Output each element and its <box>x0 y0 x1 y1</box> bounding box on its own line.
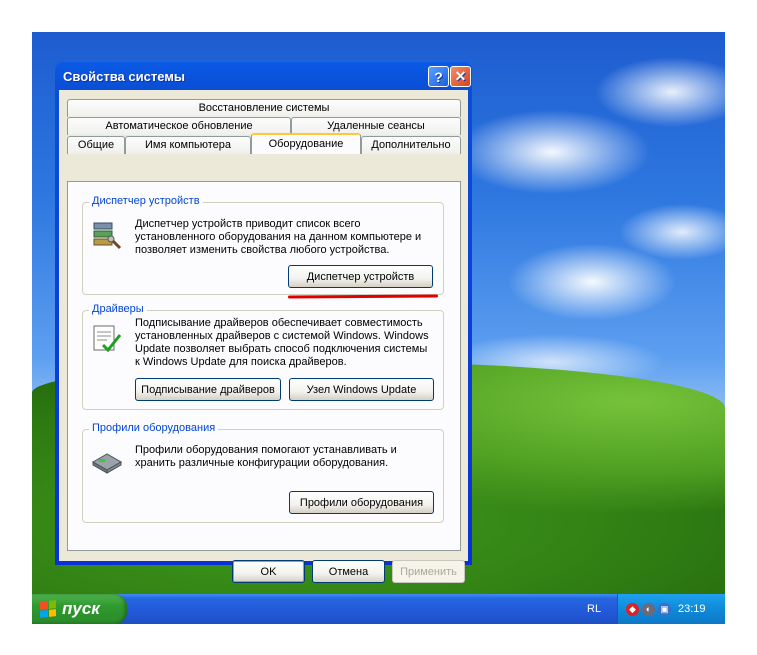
system-properties-window: Свойства системы ? ✕ Восстановление сист… <box>55 62 472 583</box>
close-button[interactable]: ✕ <box>450 66 471 87</box>
tab-hardware[interactable]: Оборудование <box>251 133 361 154</box>
title-bar[interactable]: Свойства системы ? ✕ <box>59 62 471 90</box>
device-manager-icon <box>93 222 122 250</box>
drivers-legend: Драйверы <box>89 303 147 315</box>
device-manager-text-3: позволяет изменить свойства любого устро… <box>135 244 390 256</box>
device-manager-text-2: установленного оборудования на данном ко… <box>135 231 422 243</box>
start-label: пуск <box>62 599 100 618</box>
windows-update-button[interactable]: Узел Windows Update <box>289 378 434 401</box>
system-tray: ◆ ◐ ▣ 23:19 <box>617 594 725 624</box>
tab-advanced[interactable]: Дополнительно <box>361 136 461 154</box>
hardware-profiles-icon <box>91 453 123 474</box>
drivers-text-2: установленных драйверов с системой Windo… <box>135 330 429 342</box>
drivers-text-3: Update позволяет выбрать способ подключе… <box>135 343 428 355</box>
taskbar: пуск RL ◆ ◐ ▣ 23:19 <box>32 594 725 624</box>
device-manager-legend: Диспетчер устройств <box>89 195 203 207</box>
device-manager-button[interactable]: Диспетчер устройств <box>288 265 433 288</box>
start-button[interactable]: пуск <box>32 594 127 624</box>
drivers-text-1: Подписывание драйверов обеспечивает совм… <box>135 317 423 329</box>
ok-button[interactable]: OK <box>232 560 305 583</box>
windows-logo-icon <box>40 600 56 618</box>
clock[interactable]: 23:19 <box>678 603 706 615</box>
tab-system-restore[interactable]: Восстановление системы <box>67 99 461 117</box>
apply-button: Применить <box>392 560 465 583</box>
device-manager-text-1: Диспетчер устройств приводит список всег… <box>135 218 361 230</box>
close-icon: ✕ <box>454 68 467 84</box>
hardware-tab-panel: Диспетчер устройств Диспетчер устройств … <box>67 181 461 551</box>
language-indicator[interactable]: RL <box>587 603 601 615</box>
driver-signing-button[interactable]: Подписывание драйверов <box>135 378 281 401</box>
help-button[interactable]: ? <box>428 66 449 87</box>
window-title: Свойства системы <box>63 68 185 84</box>
hardware-profiles-button[interactable]: Профили оборудования <box>289 491 434 514</box>
drivers-group: Драйверы Подписывание драйверов обеспечи… <box>82 303 444 410</box>
sound-icon[interactable]: ◐ <box>642 602 655 616</box>
network-icon[interactable]: ▣ <box>658 602 671 616</box>
window-client: Восстановление системы Автоматическое об… <box>59 90 468 583</box>
profiles-text-2: хранить различные конфигурации оборудова… <box>135 457 389 469</box>
drivers-text-4: к Windows Update для поиска драйверов. <box>135 356 347 368</box>
red-underline-annotation <box>287 294 439 299</box>
tab-computer-name[interactable]: Имя компьютера <box>125 136 251 154</box>
driver-signing-icon <box>93 325 122 353</box>
tab-general[interactable]: Общие <box>67 136 125 154</box>
cancel-button[interactable]: Отмена <box>312 560 385 583</box>
hardware-profiles-group: Профили оборудования Профили оборудовани… <box>82 422 444 523</box>
device-manager-group: Диспетчер устройств Диспетчер устройств … <box>82 195 444 295</box>
profiles-text-1: Профили оборудования помогают устанавлив… <box>135 444 397 456</box>
hardware-profiles-legend: Профили оборудования <box>89 422 219 434</box>
security-shield-icon[interactable]: ◆ <box>626 602 639 616</box>
